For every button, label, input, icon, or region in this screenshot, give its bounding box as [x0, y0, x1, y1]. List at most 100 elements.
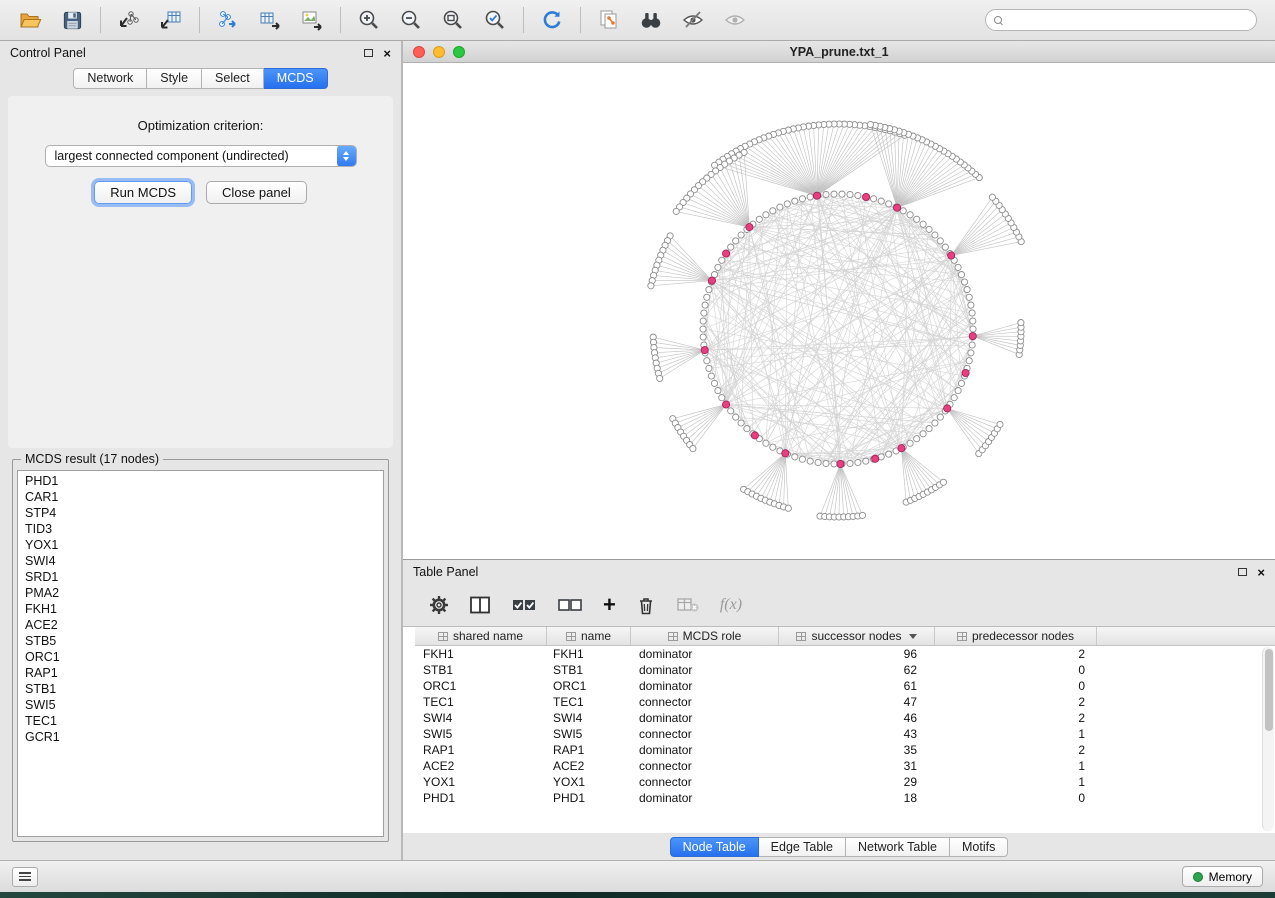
close-panel-icon[interactable]: × — [383, 47, 391, 60]
table-scrollbar[interactable] — [1262, 647, 1274, 831]
tab-network-table[interactable]: Network Table — [846, 837, 950, 857]
table-cell: SWI4 — [547, 711, 631, 725]
mcds-result-item[interactable]: STB5 — [18, 633, 383, 649]
hide-details-button[interactable] — [715, 4, 755, 36]
export-table-button[interactable] — [250, 4, 290, 36]
close-panel-icon[interactable]: × — [1257, 566, 1265, 579]
table-row[interactable]: STB1STB1dominator620 — [415, 662, 1275, 678]
open-file-button[interactable] — [10, 4, 50, 36]
memory-status-icon — [1193, 872, 1203, 882]
mcds-result-item[interactable]: FKH1 — [18, 601, 383, 617]
tab-network[interactable]: Network — [73, 68, 147, 89]
zoom-fit-button[interactable] — [433, 4, 473, 36]
memory-button[interactable]: Memory — [1182, 866, 1263, 887]
mcds-result-item[interactable]: RAP1 — [18, 665, 383, 681]
table-cell: STB1 — [415, 663, 547, 677]
maximize-window-icon[interactable] — [453, 46, 465, 58]
table-cell: 31 — [779, 759, 935, 773]
tab-select[interactable]: Select — [202, 68, 264, 89]
scrollbar-thumb[interactable] — [1265, 649, 1273, 731]
mcds-result-item[interactable]: TEC1 — [18, 713, 383, 729]
show-columns-button[interactable] — [469, 591, 491, 619]
tab-node-table[interactable]: Node Table — [670, 837, 759, 857]
table-cell: connector — [631, 695, 779, 709]
table-cell: 2 — [935, 647, 1097, 661]
run-mcds-button[interactable]: Run MCDS — [94, 181, 192, 204]
table-cell: 96 — [779, 647, 935, 661]
column-header-predecessor-nodes[interactable]: predecessor nodes — [935, 627, 1097, 645]
zoom-out-button[interactable] — [391, 4, 431, 36]
status-menu-button[interactable] — [12, 867, 38, 887]
table-row[interactable]: YOX1YOX1connector291 — [415, 774, 1275, 790]
column-type-icon — [796, 632, 806, 641]
zoom-selected-button[interactable] — [475, 4, 515, 36]
table-row[interactable]: ACE2ACE2connector311 — [415, 758, 1275, 774]
table-settings-button[interactable] — [429, 591, 449, 619]
column-header-successor-nodes[interactable]: successor nodes — [779, 627, 935, 645]
search-input[interactable] — [1008, 13, 1248, 27]
tab-style[interactable]: Style — [147, 68, 202, 89]
control-panel-title: Control Panel — [10, 46, 364, 60]
mcds-result-item[interactable]: STP4 — [18, 505, 383, 521]
mcds-result-item[interactable]: YOX1 — [18, 537, 383, 553]
close-panel-button[interactable]: Close panel — [206, 181, 307, 204]
float-panel-icon[interactable] — [1238, 568, 1247, 576]
float-panel-icon[interactable] — [364, 49, 373, 57]
mcds-result-item[interactable]: SWI5 — [18, 697, 383, 713]
mcds-result-item[interactable]: SRD1 — [18, 569, 383, 585]
column-type-icon — [438, 632, 448, 641]
table-row[interactable]: TEC1TEC1connector472 — [415, 694, 1275, 710]
zoom-out-icon — [399, 8, 423, 32]
mcds-result-item[interactable]: PMA2 — [18, 585, 383, 601]
first-neighbors-button[interactable] — [631, 4, 671, 36]
network-canvas[interactable] — [403, 63, 1275, 559]
mcds-result-item[interactable]: PHD1 — [18, 473, 383, 489]
function-builder-button[interactable]: f(x) — [720, 591, 742, 619]
import-network-button[interactable] — [109, 4, 149, 36]
select-all-rows-button[interactable] — [511, 591, 537, 619]
export-network-button[interactable] — [208, 4, 248, 36]
close-window-icon[interactable] — [413, 46, 425, 58]
tab-edge-table[interactable]: Edge Table — [759, 837, 846, 857]
tab-motifs[interactable]: Motifs — [950, 837, 1008, 857]
table-cell: 35 — [779, 743, 935, 757]
memory-label: Memory — [1209, 870, 1252, 884]
tab-mcds[interactable]: MCDS — [264, 68, 328, 89]
column-header-shared-name[interactable]: shared name — [415, 627, 547, 645]
export-network-icon — [216, 8, 240, 32]
table-row[interactable]: SWI5SWI5connector431 — [415, 726, 1275, 742]
mcds-result-item[interactable]: STB1 — [18, 681, 383, 697]
optimization-criterion-label: Optimization criterion: — [8, 96, 393, 133]
refresh-button[interactable] — [532, 4, 572, 36]
table-cell: 43 — [779, 727, 935, 741]
mcds-result-item[interactable]: ACE2 — [18, 617, 383, 633]
column-header-MCDS-role[interactable]: MCDS role — [631, 627, 779, 645]
mcds-result-item[interactable]: SWI4 — [18, 553, 383, 569]
table-row[interactable]: ORC1ORC1dominator610 — [415, 678, 1275, 694]
mcds-result-item[interactable]: CAR1 — [18, 489, 383, 505]
mcds-result-item[interactable]: GCR1 — [18, 729, 383, 745]
save-session-button[interactable] — [52, 4, 92, 36]
mcds-result-item[interactable]: TID3 — [18, 521, 383, 537]
status-bar: Memory — [0, 860, 1275, 892]
zoom-in-button[interactable] — [349, 4, 389, 36]
table-cell: 47 — [779, 695, 935, 709]
deselect-all-rows-button[interactable] — [557, 591, 583, 619]
node-table: shared namenameMCDS rolesuccessor nodesp… — [403, 626, 1275, 833]
table-row[interactable]: RAP1RAP1dominator352 — [415, 742, 1275, 758]
minimize-window-icon[interactable] — [433, 46, 445, 58]
table-row[interactable]: PHD1PHD1dominator180 — [415, 790, 1275, 806]
clone-network-button[interactable] — [589, 4, 629, 36]
criterion-select[interactable]: largest connected component (undirected) — [45, 145, 357, 167]
mcds-result-item[interactable]: ORC1 — [18, 649, 383, 665]
table-row[interactable]: SWI4SWI4dominator462 — [415, 710, 1275, 726]
table-row[interactable]: FKH1FKH1dominator962 — [415, 646, 1275, 662]
import-table-button[interactable] — [151, 4, 191, 36]
table-cell: TEC1 — [547, 695, 631, 709]
show-details-button[interactable] — [673, 4, 713, 36]
column-header-name[interactable]: name — [547, 627, 631, 645]
delete-table-button[interactable] — [676, 591, 700, 619]
export-image-button[interactable] — [292, 4, 332, 36]
create-column-button[interactable]: + — [603, 591, 616, 619]
delete-column-button[interactable] — [636, 591, 656, 619]
